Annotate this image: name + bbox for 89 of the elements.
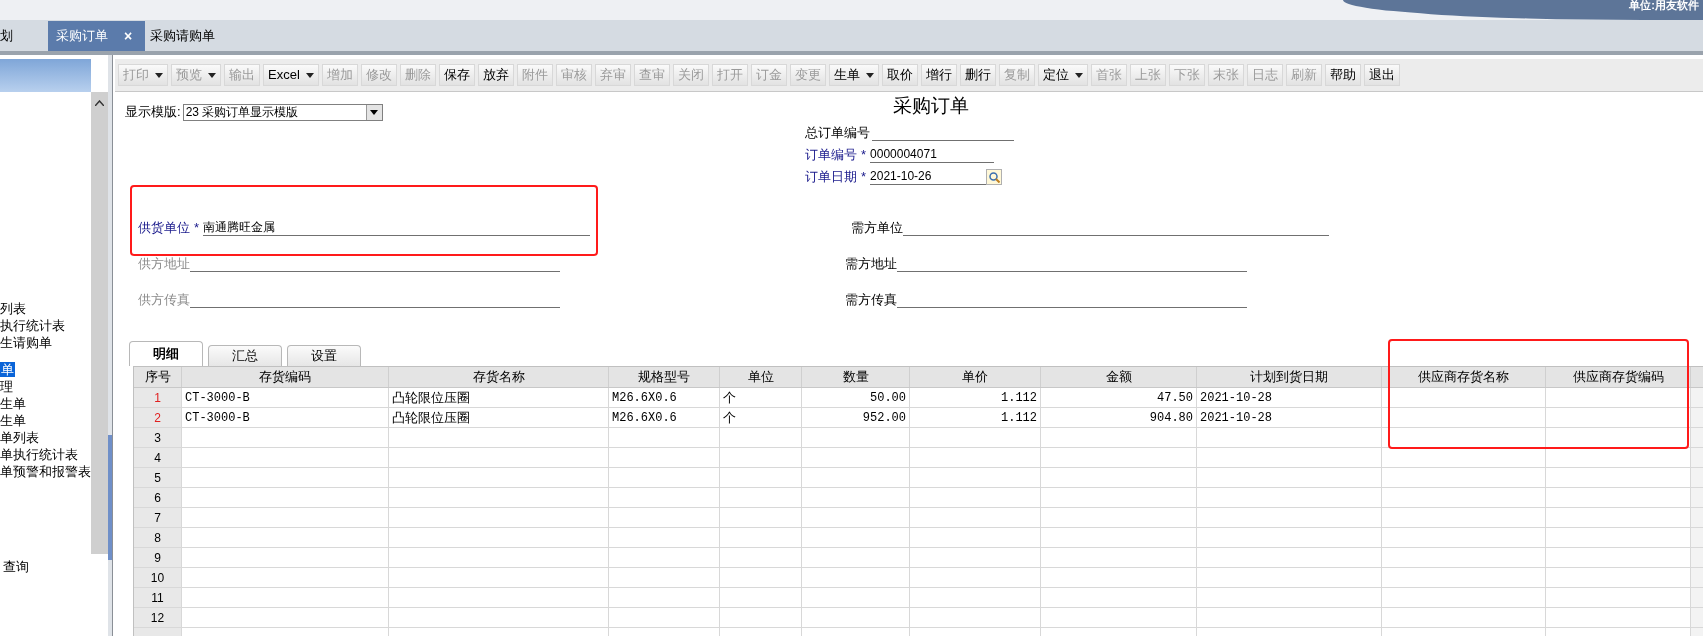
table-cell: 952.00 bbox=[802, 408, 910, 427]
field-label: 供方传真 bbox=[138, 292, 190, 308]
column-header[interactable]: 序号 bbox=[134, 367, 182, 387]
template-label: 显示模版: bbox=[125, 104, 181, 120]
row-number-cell[interactable]: 3 bbox=[134, 428, 182, 447]
toolbar-button[interactable]: 增行 bbox=[920, 64, 957, 86]
toolbar-button[interactable]: 取价 bbox=[881, 64, 918, 86]
field-label: 供货单位 bbox=[138, 220, 190, 236]
toolbar-button[interactable]: 删行 bbox=[959, 64, 996, 86]
table-cell: 个 bbox=[720, 388, 802, 407]
sidebar-item[interactable]: 单预警和报警表 bbox=[0, 464, 91, 479]
column-header[interactable]: 供应商存货名称 bbox=[1382, 367, 1546, 387]
row-number-cell[interactable]: 7 bbox=[134, 508, 182, 527]
search-icon bbox=[988, 171, 1000, 183]
table-cell: 个 bbox=[720, 408, 802, 427]
table-cell: 2021-10-28 bbox=[1197, 408, 1382, 427]
sidebar-item[interactable]: 查询 bbox=[3, 559, 29, 574]
row-number-cell[interactable]: 2 bbox=[134, 408, 182, 427]
form-title: 采购订单 bbox=[892, 94, 970, 117]
toolbar-button[interactable]: Excel bbox=[263, 64, 319, 86]
table-cell: 47.50 bbox=[1041, 388, 1197, 407]
field-label: 需方传真 bbox=[845, 292, 897, 308]
document-tab[interactable]: 划 bbox=[0, 21, 40, 51]
sidebar-item[interactable]: 列表 bbox=[0, 301, 26, 316]
table-cell: CT-3000-B bbox=[182, 408, 389, 427]
required-marker: * bbox=[860, 147, 868, 163]
template-dropdown[interactable]: 23 采购订单显示模版 bbox=[182, 104, 383, 121]
table-cell: 2021-10-28 bbox=[1197, 388, 1382, 407]
toolbar-button[interactable]: 帮助 bbox=[1324, 64, 1361, 86]
row-number-cell[interactable]: 8 bbox=[134, 528, 182, 547]
field-label: 总订单编号 bbox=[805, 125, 870, 141]
row-number-cell[interactable]: 12 bbox=[134, 608, 182, 627]
column-header[interactable]: 存货名称 bbox=[389, 367, 609, 387]
column-header[interactable]: 计划到货日期 bbox=[1197, 367, 1382, 387]
toolbar-button[interactable]: 放弃 bbox=[477, 64, 514, 86]
table-cell: 1.112 bbox=[910, 388, 1041, 407]
row-number-cell[interactable]: 9 bbox=[134, 548, 182, 567]
input-field[interactable]: 南通腾旺金属 bbox=[203, 220, 591, 236]
close-tab-button[interactable]: × bbox=[124, 25, 133, 47]
toolbar-button[interactable]: 退出 bbox=[1363, 64, 1400, 86]
field-label: 订单编号 bbox=[805, 147, 857, 163]
table-cell: M26.6X0.6 bbox=[609, 388, 720, 407]
company-label: 单位:用友软件 bbox=[1629, 0, 1700, 11]
detail-tab[interactable]: 设置 bbox=[287, 345, 361, 366]
column-header[interactable]: 单价 bbox=[910, 367, 1041, 387]
row-number-cell[interactable]: 10 bbox=[134, 568, 182, 587]
dropdown-arrow-icon bbox=[370, 110, 379, 115]
search-button[interactable] bbox=[986, 169, 1003, 185]
column-header[interactable]: 单位 bbox=[720, 367, 802, 387]
sidebar-item[interactable]: 单列表 bbox=[0, 430, 39, 445]
column-header[interactable]: 规格型号 bbox=[609, 367, 720, 387]
sidebar-item[interactable]: 生单 bbox=[0, 413, 26, 428]
table-cell: CT-3000-B bbox=[182, 388, 389, 407]
row-number-cell[interactable]: 4 bbox=[134, 448, 182, 467]
row-number-cell[interactable]: 1 bbox=[134, 388, 182, 407]
field-label: 供方地址 bbox=[138, 256, 190, 272]
toolbar-button[interactable]: 保存 bbox=[438, 64, 475, 86]
sidebar-item[interactable]: 单执行统计表 bbox=[0, 447, 78, 462]
column-header[interactable]: 存货编码 bbox=[182, 367, 389, 387]
table-cell: M26.6X0.6 bbox=[609, 408, 720, 427]
table-cell: 1.112 bbox=[910, 408, 1041, 427]
toolbar-button[interactable]: 定位 bbox=[1037, 64, 1088, 86]
field-label: 订单日期 bbox=[805, 169, 857, 185]
required-marker: * bbox=[193, 220, 201, 236]
row-number-cell[interactable]: 11 bbox=[134, 588, 182, 607]
detail-tab[interactable]: 汇总 bbox=[208, 345, 282, 366]
document-tab[interactable]: 采购订单 × bbox=[48, 21, 145, 51]
table-cell: 50.00 bbox=[802, 388, 910, 407]
sidebar-item[interactable]: 执行统计表 bbox=[0, 318, 65, 333]
column-header[interactable]: 金额 bbox=[1041, 367, 1197, 387]
row-number-cell[interactable]: 5 bbox=[134, 468, 182, 487]
toolbar-button[interactable]: 生单 bbox=[828, 64, 879, 86]
field-label: 需方地址 bbox=[845, 256, 897, 272]
sidebar-item[interactable]: 生单 bbox=[0, 396, 26, 411]
field-label: 需方单位 bbox=[851, 220, 903, 236]
sidebar-item[interactable]: 理 bbox=[0, 379, 13, 394]
table-cell: 凸轮限位压圈 bbox=[389, 388, 609, 407]
table-cell: 904.80 bbox=[1041, 408, 1197, 427]
sidebar-item[interactable]: 生请购单 bbox=[0, 335, 52, 350]
document-tab[interactable]: 采购请购单 bbox=[145, 21, 220, 51]
column-header[interactable]: 供应商存货编码 bbox=[1546, 367, 1691, 387]
input-field[interactable]: 0000004071 bbox=[870, 147, 995, 163]
row-number-cell[interactable]: 6 bbox=[134, 488, 182, 507]
scroll-up-icon[interactable] bbox=[95, 100, 104, 106]
required-marker: * bbox=[860, 169, 868, 185]
column-header[interactable]: 数量 bbox=[802, 367, 910, 387]
sidebar-item[interactable]: 单 bbox=[0, 362, 15, 377]
table-cell: 凸轮限位压圈 bbox=[389, 408, 609, 427]
detail-tab[interactable]: 明细 bbox=[129, 341, 203, 366]
